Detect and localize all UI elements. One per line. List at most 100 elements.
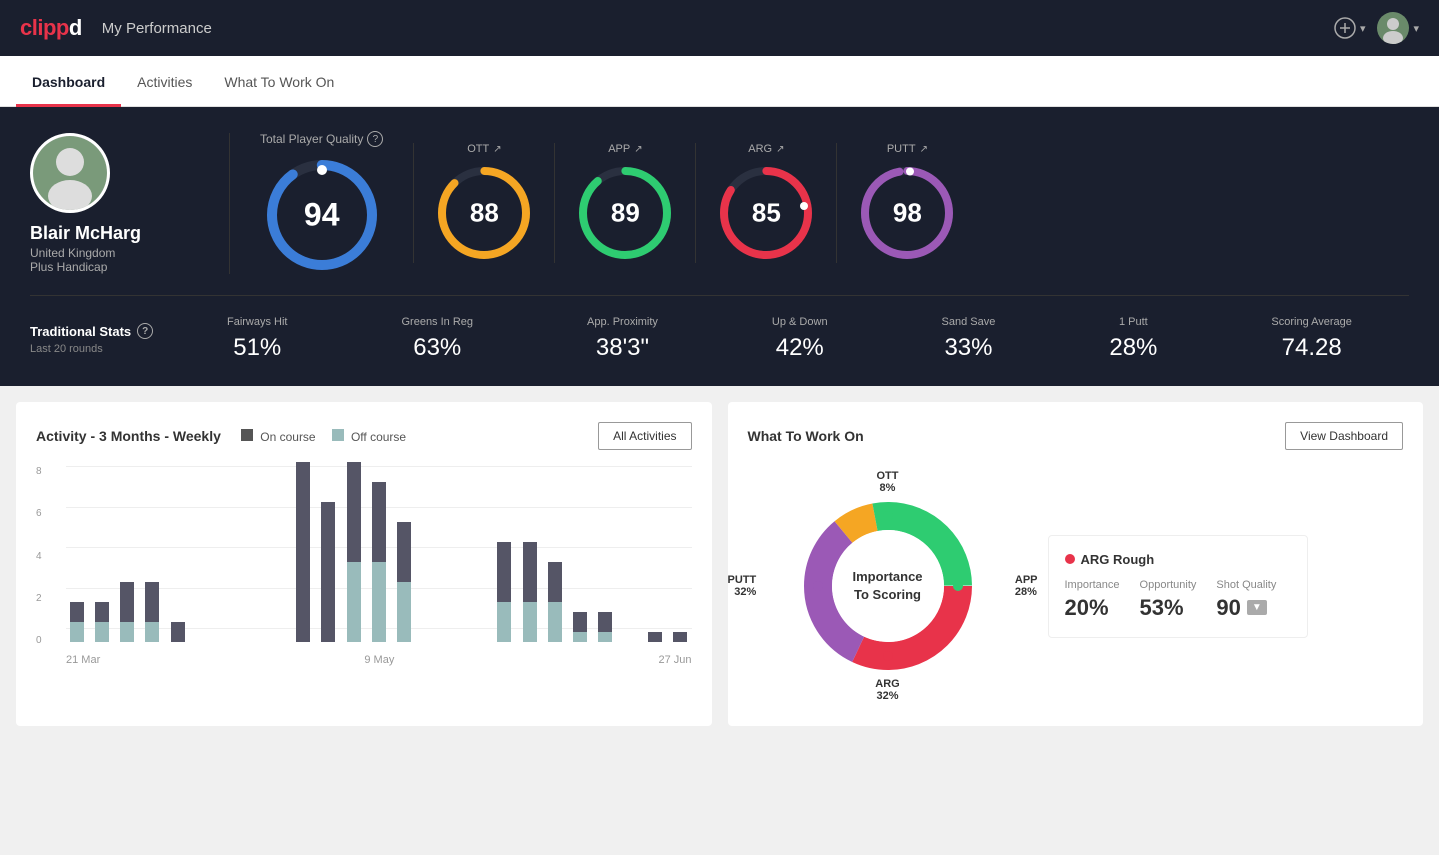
x-label-may: 9 May <box>364 654 394 666</box>
bar-on-24 <box>673 632 687 642</box>
bar-on-10 <box>321 502 335 642</box>
quality-main: Total Player Quality ? 94 <box>230 131 413 275</box>
main-score-value: 94 <box>304 197 340 234</box>
player-avatar <box>30 133 110 213</box>
bar-on-3 <box>145 582 159 622</box>
header: clippd My Performance ▾ ▾ <box>0 0 1439 56</box>
bar-group-23 <box>644 462 666 642</box>
shotquality-value: 90 <box>1216 595 1240 621</box>
legend-off-course: Off course <box>332 429 406 444</box>
bar-off-13 <box>397 582 411 642</box>
bar-on-18 <box>523 542 537 602</box>
y-label-2: 2 <box>36 593 42 604</box>
off-course-dot <box>332 429 344 441</box>
user-avatar-button[interactable]: ▾ <box>1377 12 1419 44</box>
bar-on-13 <box>397 522 411 582</box>
score-app: APP ↗ 89 <box>554 143 695 263</box>
shotquality-label: Shot Quality <box>1216 579 1276 591</box>
add-dropdown-icon: ▾ <box>1360 22 1366 35</box>
importance-label: Importance <box>1065 579 1120 591</box>
quality-info-icon[interactable]: ? <box>367 131 383 147</box>
insight-card: ARG Rough Importance 20% Opportunity 53%… <box>1048 535 1308 638</box>
bar-group-18 <box>519 462 541 642</box>
ott-trend-icon: ↗ <box>493 144 501 155</box>
1putt-value: 28% <box>1109 334 1157 362</box>
work-on-panel: What To Work On View Dashboard OTT 8% AP… <box>728 402 1424 726</box>
logo-d: d <box>69 15 82 40</box>
insight-importance: Importance 20% <box>1065 579 1120 621</box>
putt-value: 98 <box>893 198 922 229</box>
on-course-dot <box>241 429 253 441</box>
donut-chart: OTT 8% APP 28% ARG 32% PUTT 32% <box>748 466 1028 706</box>
trad-stats-title: Traditional Stats ? <box>30 323 170 339</box>
opportunity-value: 53% <box>1140 595 1197 621</box>
bar-group-0 <box>66 462 88 642</box>
legend-on-course: On course <box>241 429 316 444</box>
x-label-jun: 27 Jun <box>658 654 691 666</box>
bar-group-17 <box>493 462 515 642</box>
bar-on-19 <box>548 562 562 602</box>
header-title: My Performance <box>102 20 212 37</box>
bar-group-6 <box>217 462 239 642</box>
y-label-0: 0 <box>36 635 42 646</box>
bar-group-2 <box>116 462 138 642</box>
add-button[interactable]: ▾ <box>1334 17 1366 39</box>
putt-gauge: 98 <box>857 163 957 263</box>
bar-group-7 <box>242 462 264 642</box>
activity-panel-title: Activity - 3 Months - Weekly <box>36 428 221 444</box>
updown-value: 42% <box>772 334 828 362</box>
tab-activities[interactable]: Activities <box>121 56 208 107</box>
insight-dot <box>1065 554 1075 564</box>
bar-group-21 <box>594 462 616 642</box>
proximity-label: App. Proximity <box>587 316 658 328</box>
player-info: Blair McHarg United Kingdom Plus Handica… <box>30 133 230 274</box>
score-putt: PUTT ↗ 98 <box>836 143 977 263</box>
1putt-label: 1 Putt <box>1109 316 1157 328</box>
tab-what-to-work-on[interactable]: What To Work On <box>208 56 350 107</box>
app-donut-label: APP 28% <box>1015 574 1038 598</box>
trad-stats-items: Fairways Hit 51% Greens In Reg 63% App. … <box>170 316 1409 362</box>
all-activities-button[interactable]: All Activities <box>598 422 691 450</box>
updown-label: Up & Down <box>772 316 828 328</box>
activity-panel-header: Activity - 3 Months - Weekly On course O… <box>36 422 692 450</box>
insight-metrics: Importance 20% Opportunity 53% Shot Qual… <box>1065 579 1291 621</box>
stat-updown: Up & Down 42% <box>772 316 828 362</box>
shotquality-badge: ▼ <box>1247 600 1267 615</box>
trad-info-icon[interactable]: ? <box>137 323 153 339</box>
bar-on-1 <box>95 602 109 622</box>
stat-proximity: App. Proximity 38'3" <box>587 316 658 362</box>
stat-greens: Greens In Reg 63% <box>401 316 473 362</box>
view-dashboard-button[interactable]: View Dashboard <box>1285 422 1403 450</box>
y-label-6: 6 <box>36 508 42 519</box>
sandsave-label: Sand Save <box>942 316 996 328</box>
ott-label: OTT ↗ <box>467 143 501 155</box>
bar-on-9 <box>296 462 310 642</box>
quality-title: Total Player Quality ? <box>260 131 383 147</box>
y-label-8: 8 <box>36 466 42 477</box>
bar-group-11 <box>343 462 365 642</box>
trad-stats-subtitle: Last 20 rounds <box>30 343 170 355</box>
score-ott: OTT ↗ 88 <box>413 143 554 263</box>
bar-off-18 <box>523 602 537 642</box>
scoring-label: Scoring Average <box>1271 316 1352 328</box>
bar-off-1 <box>95 622 109 642</box>
stat-sandsave: Sand Save 33% <box>942 316 996 362</box>
tab-dashboard[interactable]: Dashboard <box>16 56 121 107</box>
bar-off-11 <box>347 562 361 642</box>
bar-on-11 <box>347 462 361 562</box>
insight-card-title: ARG Rough <box>1065 552 1291 567</box>
player-name: Blair McHarg <box>30 223 199 244</box>
app-trend-icon: ↗ <box>634 144 642 155</box>
bar-off-21 <box>598 632 612 642</box>
insight-shotquality: Shot Quality 90 ▼ <box>1216 579 1276 621</box>
bar-on-12 <box>372 482 386 562</box>
logo[interactable]: clippd <box>20 15 82 41</box>
bar-on-20 <box>573 612 587 632</box>
work-on-panel-header: What To Work On View Dashboard <box>748 422 1404 450</box>
donut-area: OTT 8% APP 28% ARG 32% PUTT 32% <box>748 466 1404 706</box>
tabs-bar: Dashboard Activities What To Work On <box>0 56 1439 107</box>
bar-group-1 <box>91 462 113 642</box>
header-left: clippd My Performance <box>20 15 212 41</box>
main-gauge: 94 <box>262 155 382 275</box>
arg-label: ARG ↗ <box>748 143 784 155</box>
